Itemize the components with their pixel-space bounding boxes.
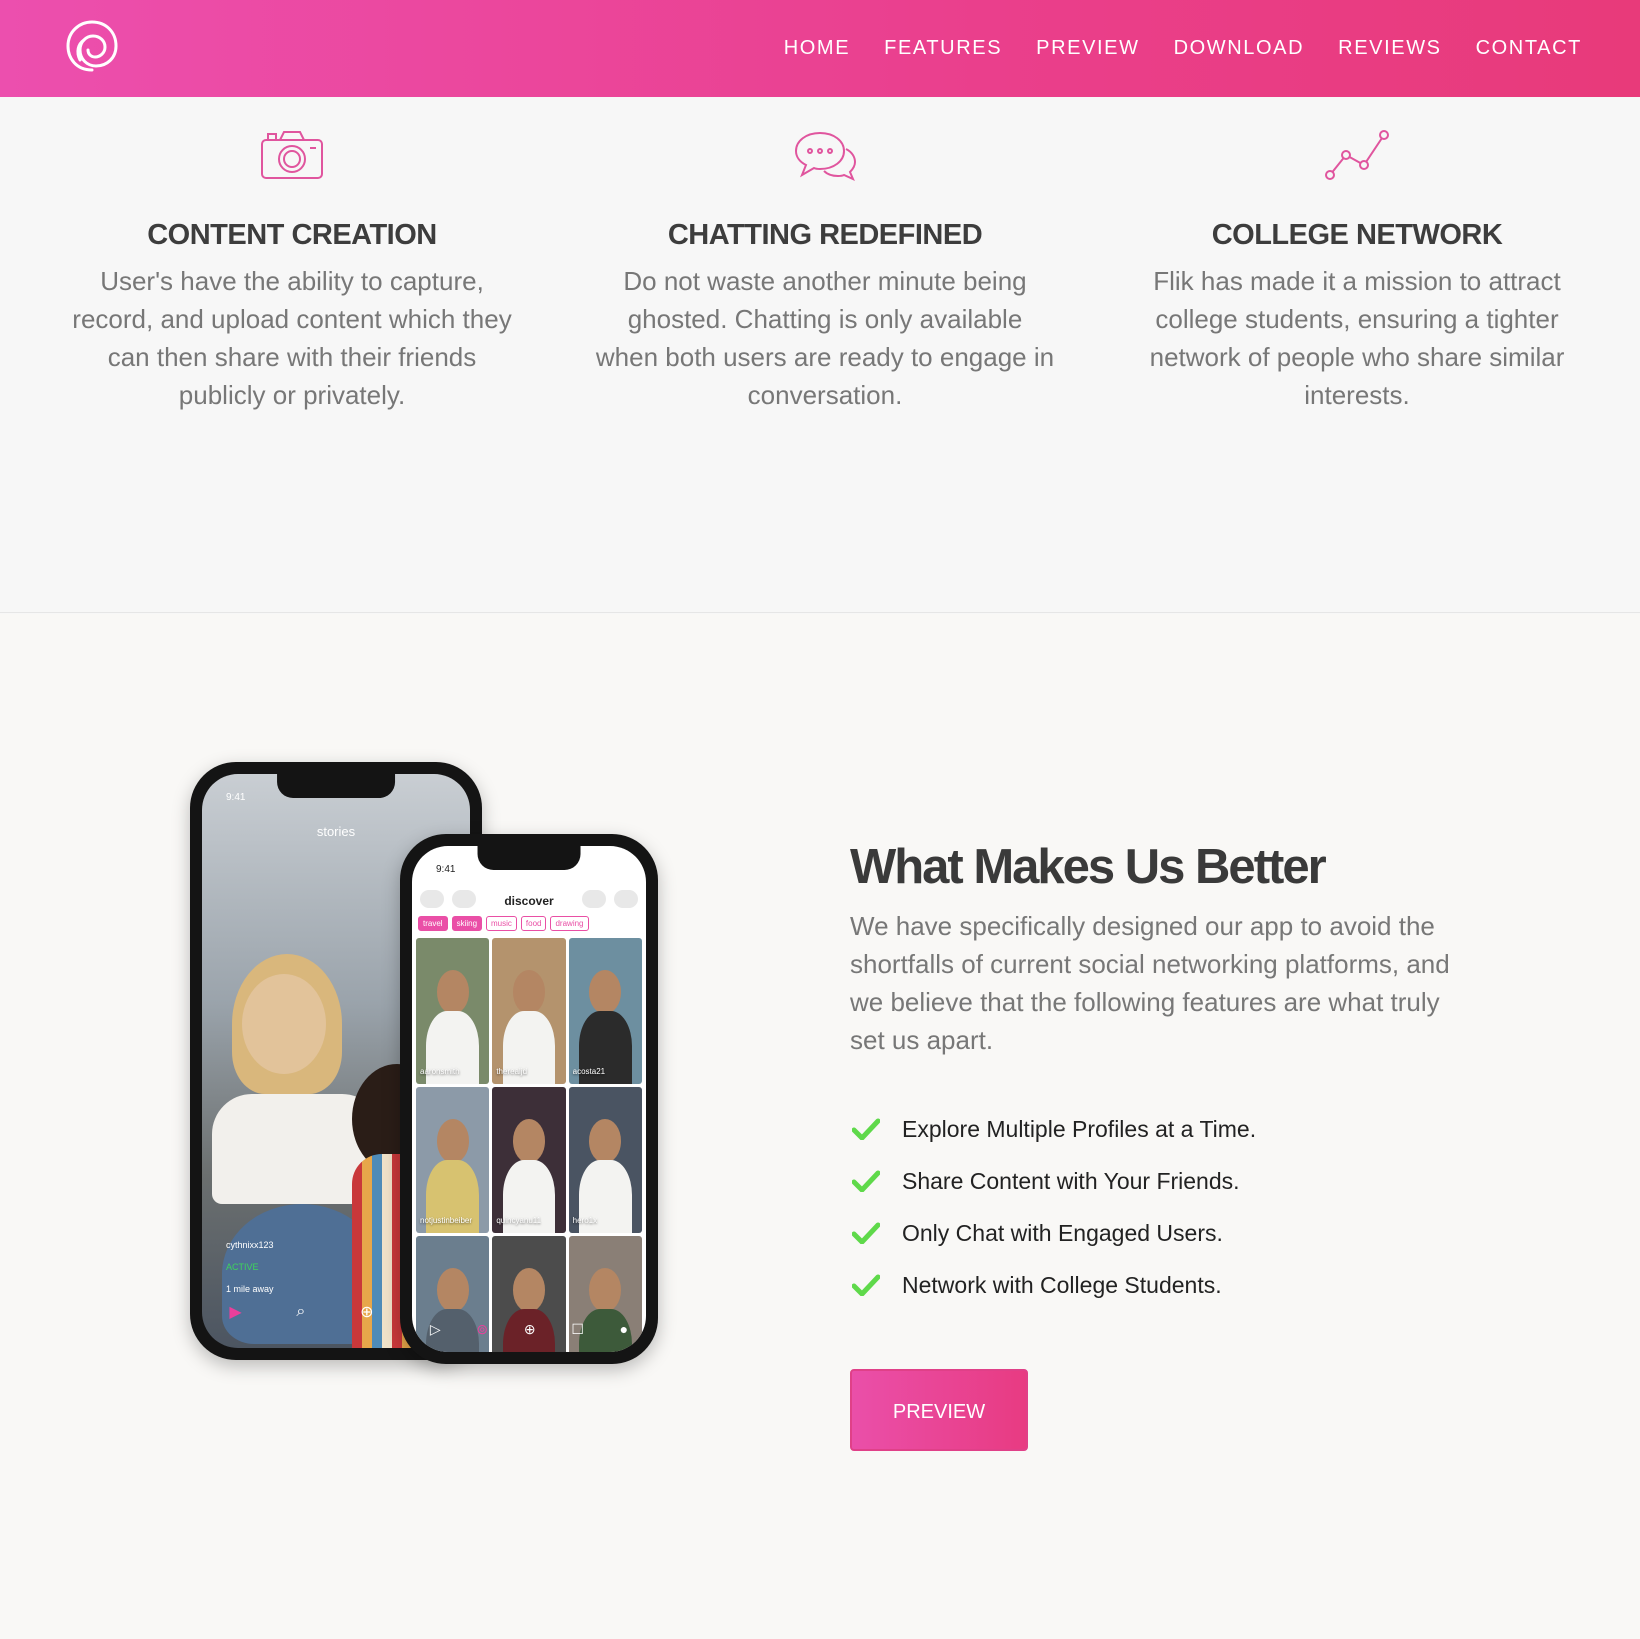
tile-username: notjustinbeiber [420,1216,473,1225]
checklist-item: Share Content with Your Friends. [850,1155,1470,1207]
phone-notch [277,774,395,798]
checklist-item: Explore Multiple Profiles at a Time. [850,1103,1470,1155]
profile-tile[interactable]: quincyanu11 [492,1087,566,1233]
better-title: What Makes Us Better [850,840,1327,894]
profile-tile[interactable]: hero1x [568,1087,642,1233]
discover-tab-bar: ▷ ⊚ ⊕ ☐ ● [412,1321,646,1338]
nav-download[interactable]: DOWNLOAD [1174,37,1305,60]
checklist-text: Explore Multiple Profiles at a Time. [902,1115,1257,1142]
check-icon [852,1118,880,1140]
nav-contact[interactable]: CONTACT [1476,37,1582,60]
tag-food[interactable]: food [520,916,547,931]
better-description: We have specifically designed our app to… [850,911,1450,1055]
profile-tile[interactable]: therealjd [492,938,566,1084]
story-photo [242,974,326,1074]
feature-title: COLLEGE NETWORK [1211,219,1503,251]
play-icon[interactable]: ▷ [430,1321,441,1338]
messages-icon[interactable]: ☐ [571,1321,584,1338]
feature-checklist: Explore Multiple Profiles at a Time. Sha… [850,1103,1470,1311]
feature-text: Do not waste another minute being ghoste… [595,266,1055,410]
tile-username: hero1x [572,1216,598,1225]
tile-username: therealjd [496,1067,528,1076]
profile-icon[interactable]: ● [620,1321,628,1338]
nav-features[interactable]: FEATURES [884,37,1002,60]
features-section: CONTENT CREATION User's have the ability… [0,97,1640,613]
profile-tile[interactable]: notjustinbeiber [416,1087,490,1233]
status-time: 9:41 [436,864,456,875]
discover-title: discover [504,894,554,908]
check-icon [852,1170,880,1192]
tile-username: acosta21 [572,1067,606,1076]
checklist-item: Only Chat with Engaged Users. [850,1207,1470,1259]
feature-text: User's have the ability to capture, reco… [72,266,512,410]
nav-home[interactable]: HOME [784,37,850,60]
discover-icon[interactable]: ⊚ [476,1321,488,1338]
feature-title: CONTENT CREATION [147,219,437,251]
play-icon[interactable]: ▶ [229,1302,241,1322]
check-icon [852,1222,880,1244]
story-status: ACTIVE [226,1262,259,1272]
search-icon[interactable]: ⌕ [296,1303,305,1321]
story-distance: 1 mile away [226,1284,274,1294]
swirl-logo-icon[interactable] [62,16,122,76]
tile-username: aaronsmith [420,1067,460,1076]
tag-skiing[interactable]: skiing [451,916,483,931]
feature-title: CHATTING REDEFINED [667,219,983,251]
nav-reviews[interactable]: REVIEWS [1338,37,1441,60]
profile-grid: aaronsmith therealjd acosta21 notjustinb… [416,938,642,1352]
feature-content-creation: CONTENT CREATION User's have the ability… [62,127,522,414]
line-chart-icon [1127,127,1587,183]
tile-username: quincyanu11 [496,1216,542,1225]
profile-tile[interactable]: aaronsmith [416,938,490,1084]
checklist-text: Network with College Students. [902,1271,1222,1298]
profile-tile[interactable]: acosta21 [568,938,642,1084]
camera-icon [62,127,522,183]
story-username: cythnixx123 [226,1240,274,1250]
navbar: HOME FEATURES PREVIEW DOWNLOAD REVIEWS C… [0,0,1640,97]
feature-college-network: COLLEGE NETWORK Flik has made it a missi… [1127,127,1587,414]
better-section: 9:41 stories cythnixx123 ACTIVE 1 mile a… [0,614,1640,1639]
feature-text: Flik has made it a mission to attract co… [1149,266,1565,410]
nav-links: HOME FEATURES PREVIEW DOWNLOAD REVIEWS C… [784,0,1582,97]
story-user-info: cythnixx123 ACTIVE 1 mile away [226,1234,274,1300]
add-icon[interactable]: ⊕ [524,1321,536,1338]
checklist-text: Only Chat with Engaged Users. [902,1219,1223,1246]
phone-notch [477,846,581,870]
status-time: 9:41 [226,792,246,803]
discover-tags: travel skiing music food drawing [418,916,642,931]
check-icon [852,1274,880,1296]
checklist-text: Share Content with Your Friends. [902,1167,1240,1194]
discover-screen: 9:41 discover travel skiing music food d… [412,846,646,1352]
discover-phone: 9:41 discover travel skiing music food d… [400,834,658,1364]
better-content: What Makes Us Better We have specificall… [850,839,1470,1451]
chat-bubbles-icon [595,127,1055,183]
feature-chatting-redefined: CHATTING REDEFINED Do not waste another … [595,127,1055,414]
phones-mockup: 9:41 stories cythnixx123 ACTIVE 1 mile a… [190,762,660,1364]
tag-drawing[interactable]: drawing [550,916,589,931]
preview-button[interactable]: PREVIEW [850,1369,1028,1451]
add-icon[interactable]: ⊕ [360,1302,373,1322]
nav-preview[interactable]: PREVIEW [1036,37,1139,60]
checklist-item: Network with College Students. [850,1259,1470,1311]
tag-music[interactable]: music [486,916,517,931]
tag-travel[interactable]: travel [418,916,448,931]
